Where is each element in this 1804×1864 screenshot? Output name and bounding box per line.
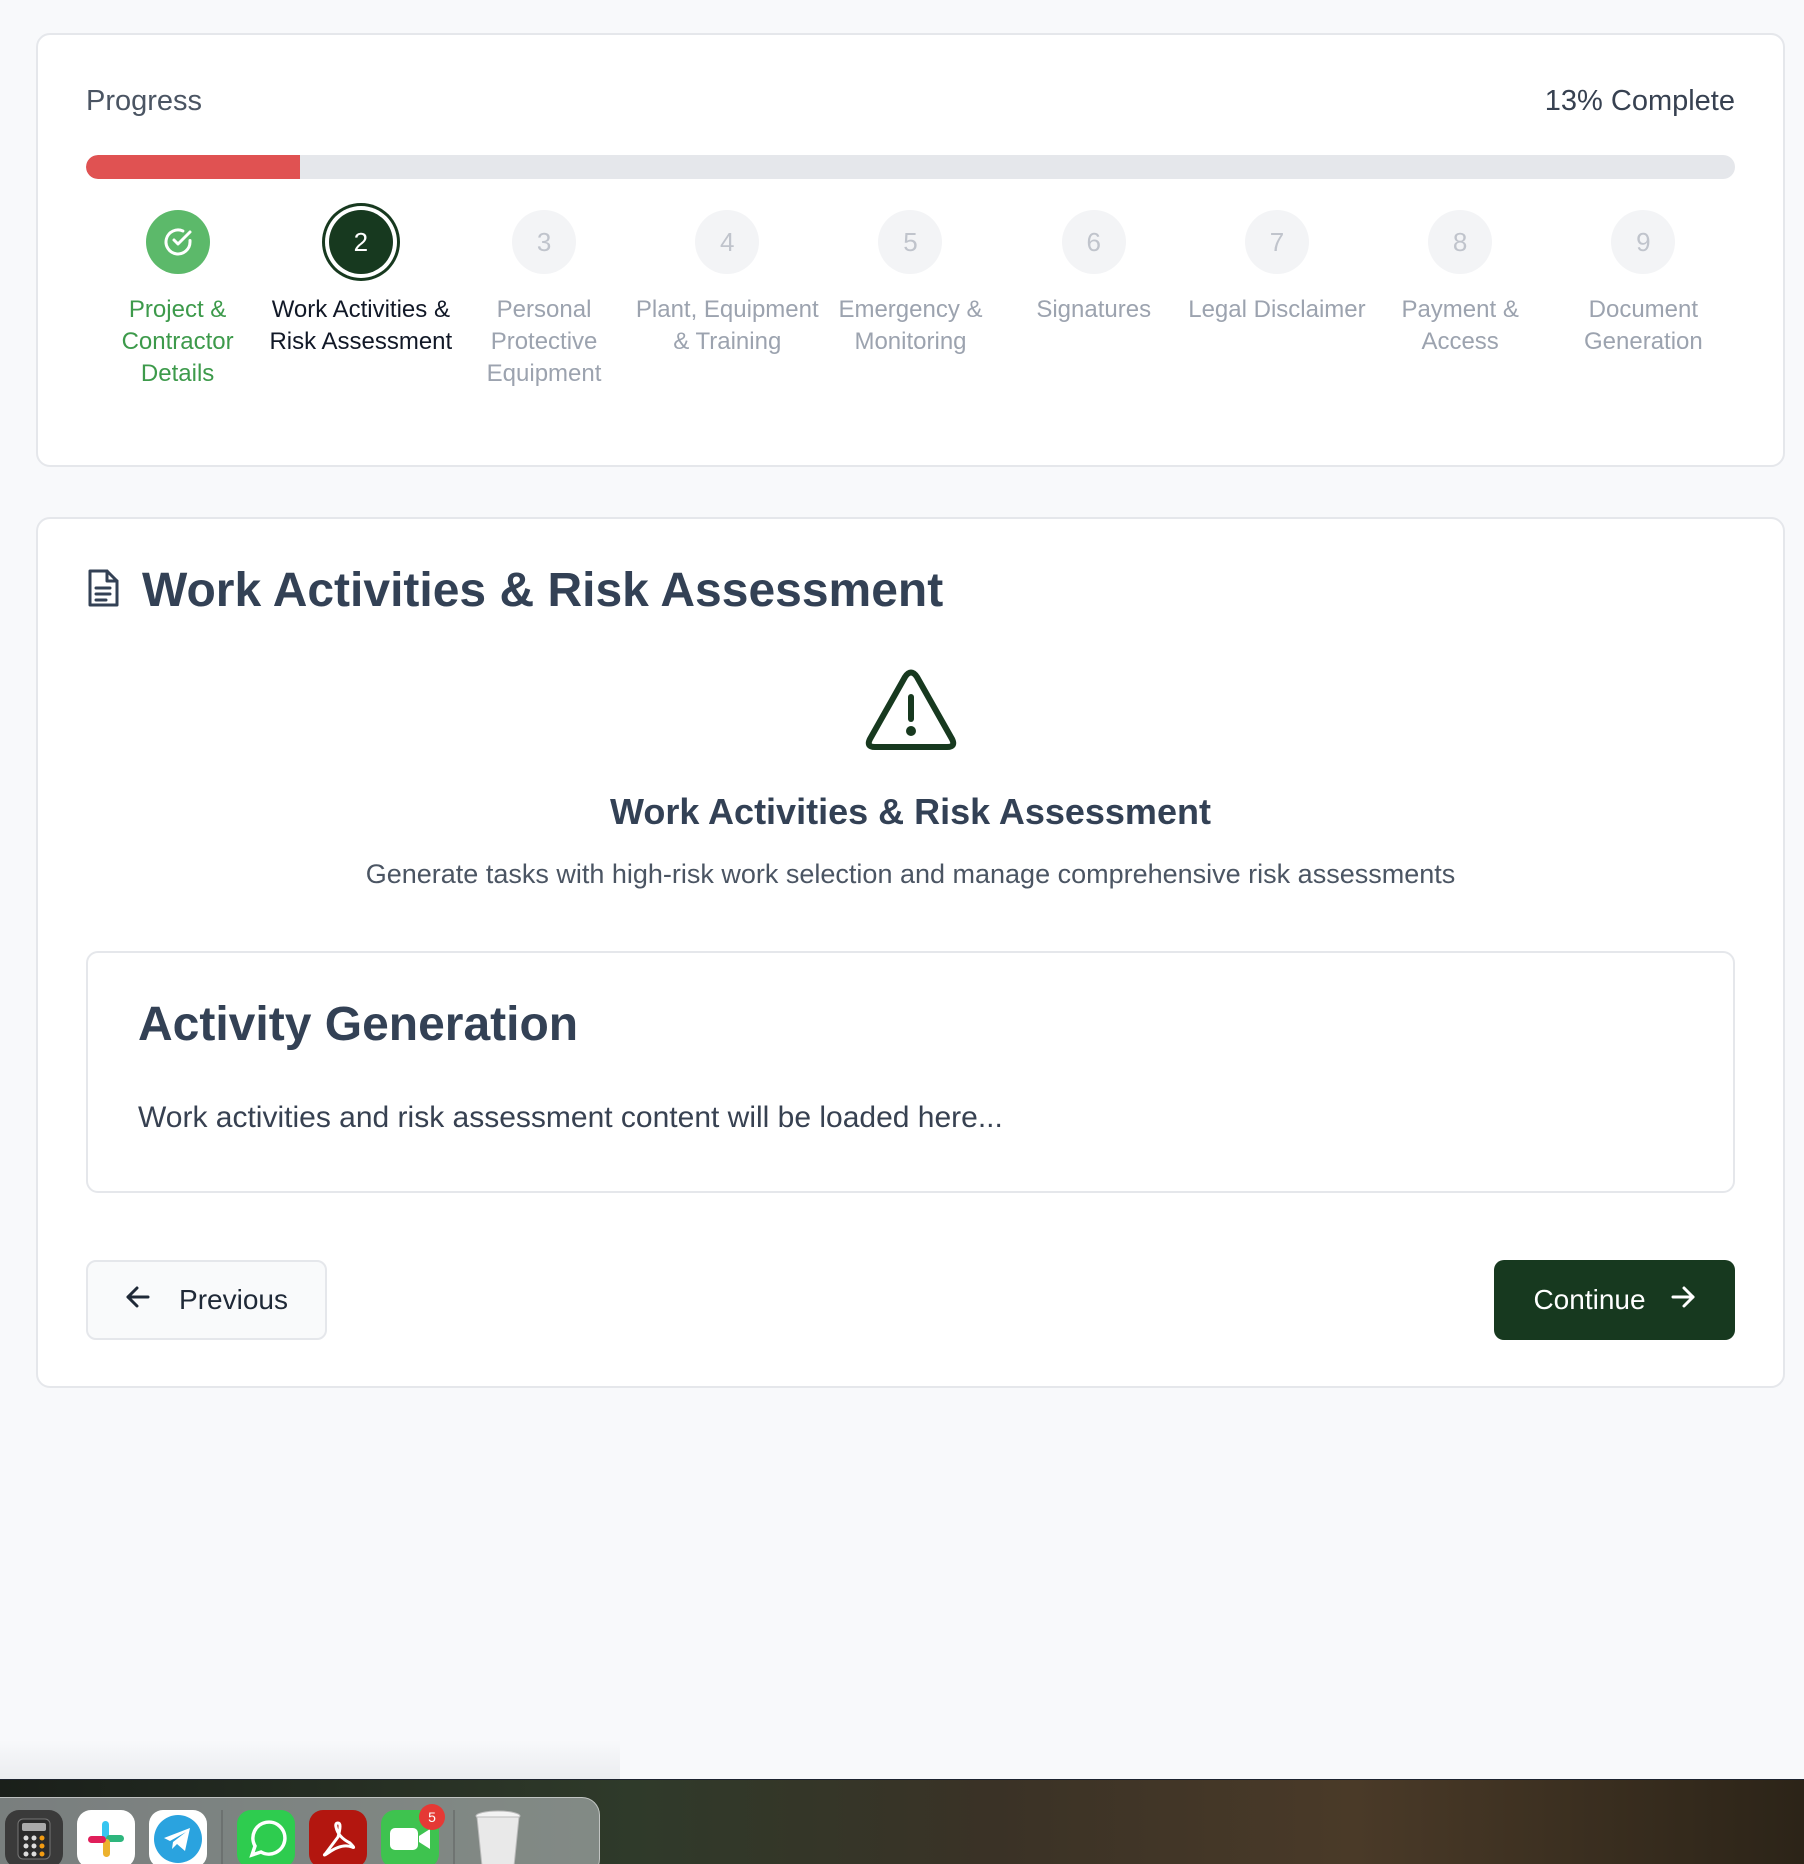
- step-indicator: 7: [1244, 210, 1309, 274]
- activity-placeholder-text: Work activities and risk assessment cont…: [138, 1101, 1003, 1134]
- progress-bar: [86, 155, 1735, 179]
- arrow-left-icon: [125, 1284, 151, 1316]
- step-label: Legal Disclaimer: [1188, 296, 1366, 323]
- step-3[interactable]: 3 Personal Protective Equipment: [452, 210, 635, 390]
- step-1[interactable]: Project & Contractor Details: [86, 210, 269, 390]
- telegram-icon[interactable]: [149, 1810, 207, 1864]
- acrobat-icon[interactable]: [309, 1810, 367, 1864]
- step-5[interactable]: 5 Emergency & Monitoring: [819, 210, 1002, 390]
- dock: 5: [0, 1797, 600, 1864]
- section-header: Work Activities & Risk Assessment: [86, 563, 943, 618]
- continue-button-label: Continue: [1533, 1284, 1646, 1315]
- step-9[interactable]: 9 Document Generation: [1552, 210, 1735, 390]
- section-hero: Work Activities & Risk Assessment Genera…: [38, 669, 1783, 890]
- progress-header: Progress 13% Complete: [86, 85, 1735, 118]
- step-4[interactable]: 4 Plant, Equipment & Training: [636, 210, 819, 390]
- hero-subtitle: Generate tasks with high-risk work selec…: [365, 859, 1456, 889]
- dock-separator: [221, 1810, 223, 1864]
- hero-title: Work Activities & Risk Assessment: [610, 791, 1211, 832]
- step-label: Personal Protective Equipment: [486, 296, 602, 387]
- section-title: Work Activities & Risk Assessment: [142, 564, 944, 617]
- slack-icon[interactable]: [77, 1810, 135, 1864]
- main-card: Work Activities & Risk Assessment Work A…: [36, 517, 1785, 1388]
- step-label: Project & Contractor Details: [121, 296, 234, 387]
- step-6[interactable]: 6 Signatures: [1002, 210, 1185, 390]
- step-indicator: 6: [1061, 210, 1126, 274]
- step-indicator: 3: [512, 210, 577, 274]
- step-indicator: 2: [328, 210, 393, 274]
- progress-percent: 13% Complete: [1544, 85, 1735, 117]
- progress-bar-fill: [86, 155, 301, 179]
- step-2[interactable]: 2 Work Activities & Risk Assessment: [269, 210, 452, 390]
- previous-button-label: Previous: [179, 1284, 288, 1315]
- page-bottom-shadow: [0, 1740, 620, 1780]
- trash-icon[interactable]: [469, 1810, 527, 1864]
- calculator-icon[interactable]: [5, 1810, 63, 1864]
- step-label: Work Activities & Risk Assessment: [269, 296, 453, 355]
- step-label: Emergency & Monitoring: [838, 296, 983, 355]
- previous-button[interactable]: Previous: [86, 1260, 327, 1340]
- document-icon: [86, 568, 120, 613]
- step-indicator: 9: [1611, 210, 1676, 274]
- step-label: Signatures: [1036, 296, 1152, 323]
- dock-separator: [453, 1810, 455, 1864]
- activity-generation-panel: Activity Generation Work activities and …: [86, 951, 1735, 1193]
- progress-card: Progress 13% Complete Project & Contract…: [36, 33, 1785, 467]
- check-circle-icon: [145, 210, 210, 274]
- step-label: Payment & Access: [1401, 296, 1519, 355]
- stepper: Project & Contractor Details 2 Work Activi…: [86, 210, 1735, 390]
- arrow-right-icon: [1670, 1284, 1696, 1316]
- step-label: Document Generation: [1583, 296, 1703, 355]
- continue-button[interactable]: Continue: [1494, 1260, 1735, 1340]
- step-7[interactable]: 7 Legal Disclaimer: [1185, 210, 1368, 390]
- step-label: Plant, Equipment & Training: [635, 296, 819, 355]
- warning-triangle-icon: [38, 669, 1783, 751]
- step-indicator: 5: [878, 210, 943, 274]
- progress-label: Progress: [86, 85, 203, 117]
- activity-generation-title: Activity Generation: [138, 998, 579, 1051]
- whatsapp-icon[interactable]: [237, 1810, 295, 1864]
- step-8[interactable]: 8 Payment & Access: [1369, 210, 1552, 390]
- facetime-badge: 5: [419, 1804, 445, 1830]
- step-indicator: 8: [1428, 210, 1493, 274]
- step-indicator: 4: [695, 210, 760, 274]
- facetime-icon[interactable]: 5: [381, 1804, 445, 1864]
